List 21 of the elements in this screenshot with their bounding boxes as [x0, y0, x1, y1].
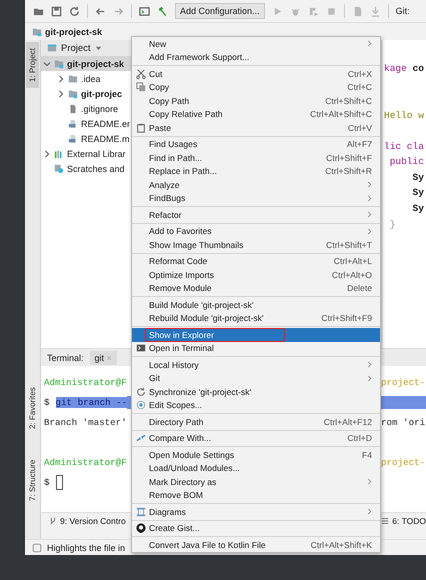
prompt-symbol: $ — [44, 396, 50, 408]
code-text: kage — [384, 63, 407, 74]
terminal-text: git branch -- — [56, 396, 128, 408]
terminal-text: project- — [381, 376, 426, 388]
prompt-symbol: $ — [44, 476, 50, 488]
terminal-label: Terminal: — [47, 352, 84, 362]
code-text: Hello w — [384, 110, 424, 121]
terminal-text: Branch 'master' — [44, 416, 127, 428]
code-text: public — [388, 156, 424, 168]
code-text: } — [388, 218, 396, 230]
terminal-text: Administrator@F — [44, 456, 127, 468]
code-text: Sy — [412, 203, 424, 214]
code-text: co — [412, 63, 424, 74]
code-text: Sy — [412, 187, 424, 198]
code-text: lic cla — [384, 140, 424, 152]
git-label: Git: — [396, 6, 410, 16]
status-message: Highlights the file in — [47, 542, 126, 552]
terminal-text: rom 'ori — [381, 416, 426, 428]
code-text: Sy — [412, 172, 424, 183]
terminal-text: project- — [381, 456, 426, 468]
terminal-text: Administrator@F — [44, 376, 127, 388]
